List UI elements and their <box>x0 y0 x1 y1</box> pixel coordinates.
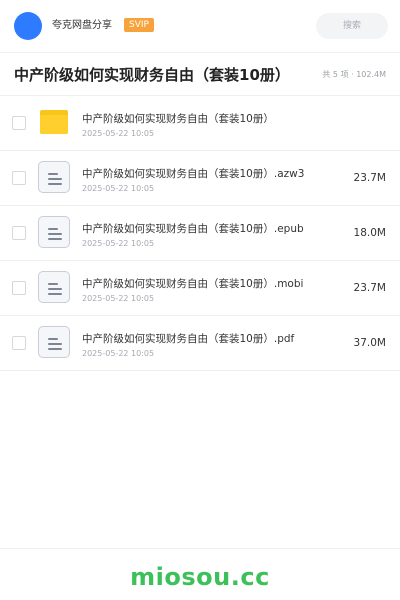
file-name: 中产阶级如何实现财务自由（套装10册）.pdf <box>82 333 295 345</box>
folder-icon <box>38 106 70 138</box>
select-checkbox[interactable] <box>12 336 26 350</box>
file-name: 中产阶级如何实现财务自由（套装10册）.mobi <box>82 278 304 290</box>
list-item[interactable]: 中产阶级如何实现财务自由（套装10册）.mobi 2025-05-22 10:0… <box>0 261 400 316</box>
folder-meta: 共 5 项 · 102.4M <box>322 70 386 79</box>
list-item[interactable]: 中产阶级如何实现财务自由（套装10册） 2025-05-22 10:05 <box>0 96 400 151</box>
page-title: 中产阶级如何实现财务自由（套装10册） <box>14 66 290 84</box>
file-date: 2025-05-22 10:05 <box>82 239 155 248</box>
list-item[interactable]: 中产阶级如何实现财务自由（套装10册）.azw3 2025-05-22 10:0… <box>0 151 400 206</box>
file-size: 37.0M <box>353 337 386 349</box>
file-date: 2025-05-22 10:05 <box>82 129 155 138</box>
file-date: 2025-05-22 10:05 <box>82 294 155 303</box>
top-bar: 夸克网盘分享 SVIP 搜索 <box>0 0 400 53</box>
search-button[interactable]: 搜索 <box>316 13 388 39</box>
svip-badge: SVIP <box>124 18 154 32</box>
brand-label: 夸克网盘分享 <box>52 20 112 31</box>
file-name: 中产阶级如何实现财务自由（套装10册）.azw3 <box>82 168 305 180</box>
watermark: miosou.cc <box>130 563 270 591</box>
document-icon <box>38 326 70 358</box>
list-item[interactable]: 中产阶级如何实现财务自由（套装10册）.pdf 2025-05-22 10:05… <box>0 316 400 371</box>
file-name: 中产阶级如何实现财务自由（套装10册） <box>82 113 274 125</box>
footer: miosou.cc <box>0 548 400 600</box>
document-icon <box>38 216 70 248</box>
list-item[interactable]: 中产阶级如何实现财务自由（套装10册）.epub 2025-05-22 10:0… <box>0 206 400 261</box>
document-icon <box>38 161 70 193</box>
file-list: 中产阶级如何实现财务自由（套装10册） 2025-05-22 10:05 中产阶… <box>0 96 400 371</box>
file-date: 2025-05-22 10:05 <box>82 184 155 193</box>
select-checkbox[interactable] <box>12 171 26 185</box>
file-size: 18.0M <box>353 227 386 239</box>
select-checkbox[interactable] <box>12 281 26 295</box>
avatar[interactable] <box>14 12 42 40</box>
folder-header: 中产阶级如何实现财务自由（套装10册） 共 5 项 · 102.4M <box>0 53 400 96</box>
share-page: 夸克网盘分享 SVIP 搜索 中产阶级如何实现财务自由（套装10册） 共 5 项… <box>0 0 400 600</box>
file-size: 23.7M <box>353 172 386 184</box>
document-icon <box>38 271 70 303</box>
file-date: 2025-05-22 10:05 <box>82 349 155 358</box>
select-checkbox[interactable] <box>12 226 26 240</box>
file-size: 23.7M <box>353 282 386 294</box>
file-name: 中产阶级如何实现财务自由（套装10册）.epub <box>82 223 304 235</box>
select-checkbox[interactable] <box>12 116 26 130</box>
